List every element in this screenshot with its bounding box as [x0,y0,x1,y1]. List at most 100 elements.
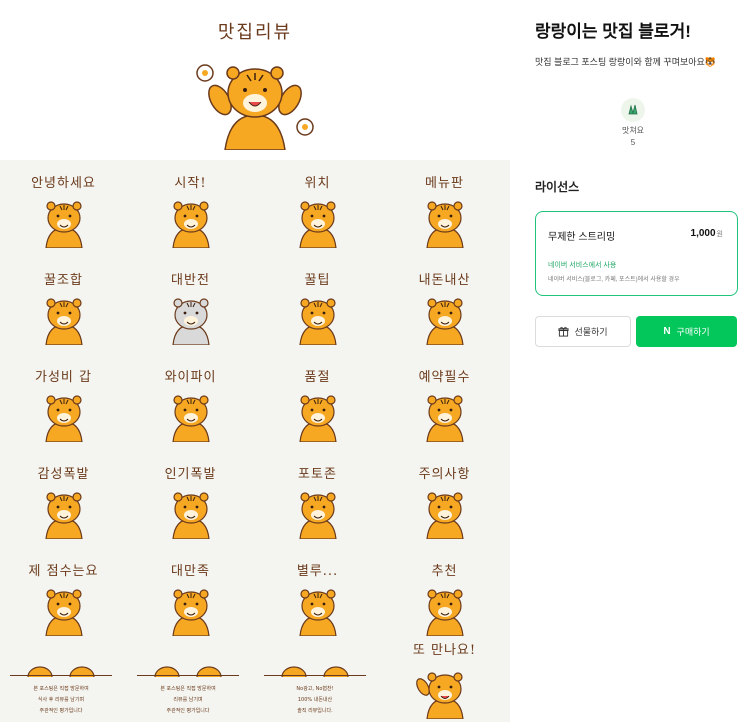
tiger-happy-hearts-icon [172,589,210,636]
notice-text-block: 본 포스팅은 직접 방문하여식사 후 리뷰를 남기며주관적인 평가입니다 [10,675,112,722]
buy-button[interactable]: N 구매하기 [636,316,737,347]
sticker-label: 인기폭발 [164,467,217,482]
tiger-waving-bye-icon [416,672,464,719]
tiger-shocked-white-icon [172,298,210,345]
notice-sticker[interactable]: No광고, No협찬! 100% 내돈내산솔직 리뷰입니다. [254,645,381,722]
tiger-meh-face-icon [299,589,337,636]
tiger-sparkle-icon [299,492,337,539]
sticker-cell[interactable]: 대만족 [127,548,254,645]
license-scope: 네이버 서비스에서 사용 [548,262,617,269]
sticker-label: 꿀조합 [44,273,83,288]
naver-logo-icon: N [663,326,671,337]
notice-sticker[interactable]: 본 포스팅은 직접 방문하여식사 후 리뷰를 남기며주관적인 평가입니다 [0,645,127,722]
sticker-cell[interactable]: 시작! [127,160,254,257]
tiger-honey-pot-icon [299,298,337,345]
gift-icon [558,326,569,337]
sticker-label: 감성폭발 [37,467,90,482]
tiger-bee-icon [45,298,83,345]
notice-line: 리뷰를 남기며 [173,697,203,703]
tiger-microphone-icon [45,589,83,636]
notice-sticker[interactable]: 본 포스팅은 직접 방문하여리뷰를 남기며주관적인 평가입니다 [127,645,254,722]
sticker-cell[interactable]: 별루... [254,548,381,645]
sticker-cell[interactable]: 와이파이 [127,354,254,451]
sticker-label: 추천 [431,564,458,579]
tiger-paws-icon [281,666,349,677]
notice-line: 주관적인 평가입니다 [39,708,83,714]
clap-icon [621,98,645,122]
notice-line: 본 포스팅은 직접 방문하여 [33,686,89,692]
tiger-crowd-icon [172,492,210,539]
tiger-sold-out-icon [299,395,337,442]
sticker-cell[interactable]: 품절 [254,354,381,451]
sticker-cell[interactable]: 또 만나요! [381,625,508,722]
sticker-label: 내돈내산 [418,273,471,288]
tiger-hands-up-icon [45,201,83,248]
notice-line: No광고, No협찬! [296,686,334,692]
product-info-panel: 랑랑이는 맛집 블로거! 맛집 블로그 포스팅 랑랑이와 함께 꾸며보아요🐯 맛… [535,0,740,722]
sticker-cell[interactable]: 안녕하세요 [0,160,127,257]
sticker-cell[interactable]: 가성비 갑 [0,354,127,451]
sticker-label: 꿀팁 [304,273,331,288]
sticker-label: 대만족 [171,564,210,579]
tiger-point-icon [172,201,210,248]
sticker-label: 대반전 [171,273,210,288]
sticker-label: 메뉴판 [425,176,464,191]
sticker-label: 포토존 [298,467,337,482]
sticker-label: 가성비 갑 [35,370,92,385]
sticker-label: 와이파이 [164,370,217,385]
sticker-cell[interactable]: 주의사항 [381,451,508,548]
sticker-label: 시작! [174,176,207,191]
license-detail: 네이버 서비스(블로그, 카페, 포스트)에서 사용할 경우 [548,277,680,283]
product-title: 랑랑이는 맛집 블로거! [535,22,691,41]
sticker-cell[interactable]: 메뉴판 [381,160,508,257]
notice-line: 식사 후 리뷰를 남기며 [37,697,85,703]
tiger-paws-icon [27,666,95,677]
hero-title: 맛집리뷰 [217,22,293,43]
gift-button-label: 선물하기 [574,327,608,337]
tiger-card-sunglasses-icon [426,298,464,345]
sticker-cell[interactable]: 위치 [254,160,381,257]
tiger-paws-icon [154,666,222,677]
sticker-cell[interactable]: 포토존 [254,451,381,548]
hero-banner: 맛집리뷰 [0,0,510,160]
sticker-label: 주의사항 [418,467,471,482]
notice-text-block: 본 포스팅은 직접 방문하여리뷰를 남기며주관적인 평가입니다 [137,675,239,722]
notice-line: 주관적인 평가입니다 [166,708,210,714]
sticker-label: 제 점수는요 [28,564,99,579]
license-heading: 라이선스 [535,180,580,194]
sticker-cell[interactable]: 감성폭발 [0,451,127,548]
tiger-mascot-icon [196,64,314,150]
license-name: 무제한 스트리밍 [548,232,616,243]
tiger-hearts-icon [45,492,83,539]
sticker-label: 위치 [304,176,331,191]
notice-line: 100% 내돈내산 [297,697,333,703]
sticker-label: 품절 [304,370,331,385]
sticker-cell[interactable]: 대반전 [127,257,254,354]
sticker-cell[interactable]: 꿀팁 [254,257,381,354]
tag-chip[interactable]: 맛쳐요 5 [613,98,653,147]
price-value: 1,000 [690,228,716,239]
sticker-label: 안녕하세요 [31,176,96,191]
sticker-label: 별루... [296,564,339,579]
notice-line: 본 포스팅은 직접 방문하여 [160,686,216,692]
notice-text-block: No광고, No협찬! 100% 내돈내산솔직 리뷰입니다. [264,675,366,722]
sticker-cell[interactable]: 꿀조합 [0,257,127,354]
license-price: 1,000원 [691,228,723,239]
gift-button[interactable]: 선물하기 [535,316,631,347]
tag-label: 맛쳐요 [621,126,645,135]
tiger-flowers-icon [45,395,83,442]
tag-count: 5 [630,138,636,147]
tiger-flags-icon [426,492,464,539]
product-description: 맛집 블로그 포스팅 랑랑이와 함께 꾸며보아요🐯 [535,57,717,67]
tiger-phone-icon [426,395,464,442]
sticker-preview-panel: 맛집리뷰 안녕하세요 시작! 위치 메뉴판꿀조합 대반전 꿀팁 내돈내산가성비 갑 와이파이 품… [0,0,510,722]
sticker-cell[interactable]: 예약필수 [381,354,508,451]
tiger-wifi-icon [172,395,210,442]
notice-line: 솔직 리뷰입니다. [297,708,333,714]
tiger-location-pin-icon [299,201,337,248]
sticker-grid: 안녕하세요 시작! 위치 메뉴판꿀조합 대반전 꿀팁 내돈내산가성비 갑 와이파이 품절 예약필수… [0,160,510,722]
sticker-cell[interactable]: 제 점수는요 [0,548,127,645]
sticker-cell[interactable]: 인기폭발 [127,451,254,548]
license-option-card[interactable]: 무제한 스트리밍 1,000원 네이버 서비스에서 사용 네이버 서비스(블로그… [535,211,738,296]
sticker-cell[interactable]: 내돈내산 [381,257,508,354]
